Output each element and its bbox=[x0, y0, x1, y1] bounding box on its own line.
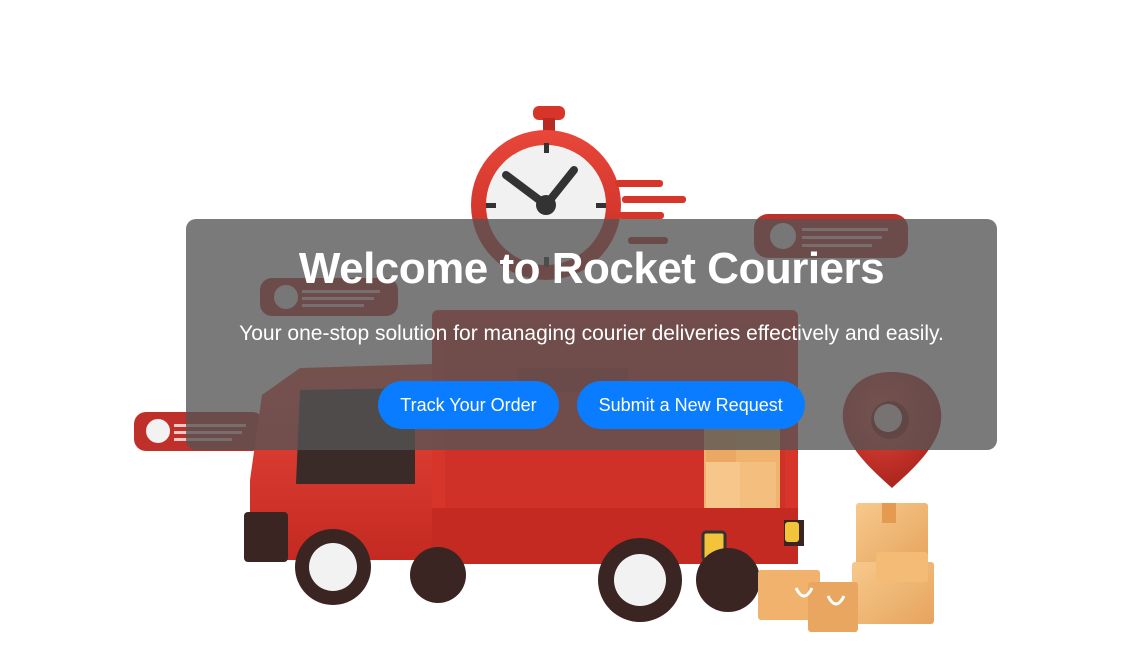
track-order-button[interactable]: Track Your Order bbox=[378, 381, 559, 429]
hero-overlay: Welcome to Rocket Couriers Your one-stop… bbox=[186, 219, 997, 450]
hero-title: Welcome to Rocket Couriers bbox=[298, 244, 885, 293]
hero-subtitle: Your one-stop solution for managing cour… bbox=[239, 322, 944, 345]
van-wheel bbox=[598, 538, 682, 622]
hero-actions: Track Your Order Submit a New Request bbox=[186, 381, 997, 429]
van-wheel bbox=[410, 547, 466, 603]
van-wheel bbox=[696, 548, 760, 612]
van-wheel bbox=[295, 529, 371, 605]
submit-request-button[interactable]: Submit a New Request bbox=[576, 381, 805, 429]
hero-section: Welcome to Rocket Couriers Your one-stop… bbox=[0, 0, 1136, 666]
